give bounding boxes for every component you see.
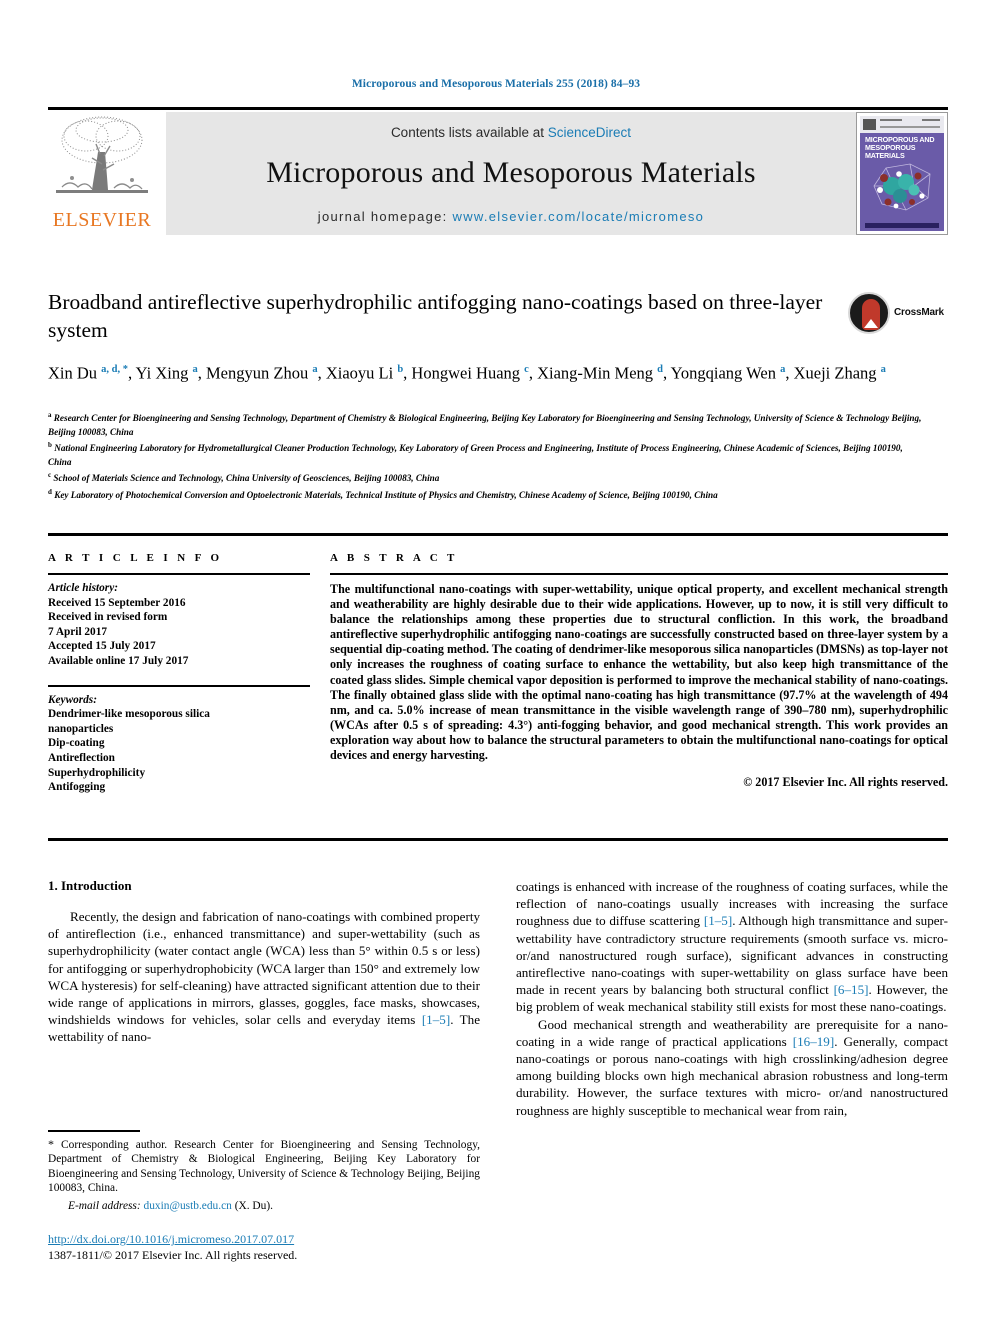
article-history-block: Article history: Received 15 September 2… bbox=[48, 581, 310, 669]
article-history-item: Received in revised form bbox=[48, 611, 168, 624]
doi-footer: http://dx.doi.org/10.1016/j.micromeso.20… bbox=[48, 1232, 518, 1263]
abstract-heading: A B S T R A C T bbox=[330, 552, 458, 564]
keyword-item: Dip-coating bbox=[48, 737, 105, 750]
affiliation-marker: c bbox=[48, 471, 52, 480]
section-heading-introduction: 1. Introduction bbox=[48, 878, 132, 893]
crossmark-arrow-icon bbox=[864, 319, 878, 328]
journal-homepage-line: journal homepage: www.elsevier.com/locat… bbox=[166, 209, 856, 224]
sciencedirect-link[interactable]: ScienceDirect bbox=[548, 125, 631, 140]
affiliation-list: a Research Center for Bioengineering and… bbox=[48, 409, 928, 502]
affiliation-item: d Key Laboratory of Photochemical Conver… bbox=[48, 487, 718, 500]
article-history-items: Received 15 September 2016 Received in re… bbox=[48, 596, 310, 669]
intro-paragraph-1-continued: coatings is enhanced with increase of th… bbox=[516, 879, 949, 1015]
cover-footer-bar bbox=[865, 223, 939, 228]
article-history-item: 7 April 2017 bbox=[48, 625, 107, 638]
crossmark-badge[interactable]: CrossMark bbox=[848, 292, 948, 336]
abstract-rule bbox=[330, 573, 948, 575]
intro-paragraph-1: Recently, the design and fabrication of … bbox=[48, 909, 481, 1045]
email-suffix: (X. Du). bbox=[234, 1199, 273, 1212]
homepage-prefix: journal homepage: bbox=[317, 209, 453, 224]
article-history-item: Accepted 15 July 2017 bbox=[48, 640, 156, 653]
abstract-text: The multifunctional nano-coatings with s… bbox=[330, 582, 948, 763]
keywords-block: Keywords: Dendrimer-like mesoporous sili… bbox=[48, 693, 310, 795]
crossmark-label: CrossMark bbox=[894, 307, 944, 318]
affiliation-item: b National Engineering Laboratory for Hy… bbox=[48, 441, 903, 467]
elsevier-tree-icon bbox=[52, 114, 152, 206]
cover-rule-1 bbox=[880, 119, 902, 121]
email-link[interactable]: duxin@ustb.edu.cn bbox=[144, 1200, 232, 1212]
paper-page: Microporous and Mesoporous Materials 255… bbox=[0, 0, 992, 1323]
keyword-items: Dendrimer-like mesoporous silica nanopart… bbox=[48, 707, 310, 795]
affiliation-marker: b bbox=[48, 441, 52, 450]
footnote-rule bbox=[48, 1130, 140, 1132]
keyword-item: Dendrimer-like mesoporous silica bbox=[48, 708, 210, 721]
contents-available-line: Contents lists available at ScienceDirec… bbox=[166, 125, 856, 140]
page-title: Broadband antireflective superhydrophili… bbox=[48, 290, 823, 342]
corresponding-author-footnote: * Corresponding author. Research Center … bbox=[48, 1130, 480, 1214]
journal-cover-thumbnail: MICROPOROUS AND MESOPOROUS MATERIALS bbox=[856, 112, 948, 235]
cover-rule-2 bbox=[922, 119, 940, 121]
article-history-item: Available online 17 July 2017 bbox=[48, 654, 189, 667]
body-column-left: 1. Introduction Recently, the design and… bbox=[48, 878, 480, 1046]
abstract-block-bottom-rule bbox=[48, 838, 948, 841]
cover-molecule-graphic bbox=[866, 156, 940, 216]
masthead-top-rule bbox=[48, 107, 948, 110]
abstract-section: A B S T R A C T The multifunctional nano… bbox=[330, 552, 948, 790]
article-history-item: Received 15 September 2016 bbox=[48, 596, 186, 609]
journal-title: Microporous and Mesoporous Materials bbox=[266, 156, 756, 189]
corresponding-author-text: * Corresponding author. Research Center … bbox=[48, 1136, 480, 1195]
author-list: Xin Du a, d, *, Yi Xing a, Mengyun Zhou … bbox=[48, 363, 886, 383]
masthead-center-panel: Contents lists available at ScienceDirec… bbox=[166, 112, 856, 235]
email-line: E-mail address: duxin@ustb.edu.cn (X. Du… bbox=[48, 1199, 480, 1214]
issn-copyright-line: 1387-1811/© 2017 Elsevier Inc. All right… bbox=[48, 1248, 298, 1262]
crossmark-icon bbox=[848, 292, 890, 334]
running-head: Microporous and Mesoporous Materials 255… bbox=[351, 78, 641, 90]
title-block: Broadband antireflective superhydrophili… bbox=[48, 288, 848, 344]
cover-artwork: MICROPOROUS AND MESOPOROUS MATERIALS bbox=[860, 116, 944, 231]
article-info-rule bbox=[48, 573, 310, 575]
keyword-item: Antireflection bbox=[48, 751, 115, 764]
affiliation-item: a Research Center for Bioengineering and… bbox=[48, 411, 922, 437]
elsevier-wordmark: ELSEVIER bbox=[52, 209, 152, 231]
doi-link[interactable]: http://dx.doi.org/10.1016/j.micromeso.20… bbox=[48, 1232, 518, 1247]
keyword-item: Antifogging bbox=[48, 781, 106, 794]
affiliation-item: c School of Materials Science and Techno… bbox=[48, 471, 440, 484]
article-info-section: A R T I C L E I N F O Article history: R… bbox=[48, 552, 310, 795]
keyword-item: Superhydrophilicity bbox=[48, 766, 146, 779]
keyword-item: nanoparticles bbox=[48, 722, 114, 735]
journal-masthead: ELSEVIER Contents lists available at Sci… bbox=[48, 107, 948, 235]
affiliation-marker: d bbox=[48, 487, 52, 496]
keywords-label: Keywords: bbox=[48, 693, 97, 706]
keywords-rule bbox=[48, 684, 310, 687]
contents-prefix: Contents lists available at bbox=[390, 125, 548, 140]
affiliation-marker: a bbox=[48, 411, 52, 419]
elsevier-logo: ELSEVIER bbox=[48, 112, 156, 235]
cover-publisher-mark bbox=[863, 119, 876, 130]
article-info-heading: A R T I C L E I N F O bbox=[48, 552, 223, 564]
email-label: E-mail address: bbox=[68, 1199, 141, 1212]
cover-header-bar bbox=[860, 116, 944, 133]
body-column-right: coatings is enhanced with increase of th… bbox=[516, 878, 948, 1119]
journal-homepage-link[interactable]: www.elsevier.com/locate/micromeso bbox=[453, 209, 705, 224]
abstract-copyright: © 2017 Elsevier Inc. All rights reserved… bbox=[743, 775, 948, 790]
cover-rule-3 bbox=[880, 126, 940, 128]
abstract-block-top-rule bbox=[48, 533, 948, 536]
article-history-label: Article history: bbox=[48, 582, 118, 594]
intro-paragraph-2: Good mechanical strength and weatherabil… bbox=[516, 1016, 948, 1118]
